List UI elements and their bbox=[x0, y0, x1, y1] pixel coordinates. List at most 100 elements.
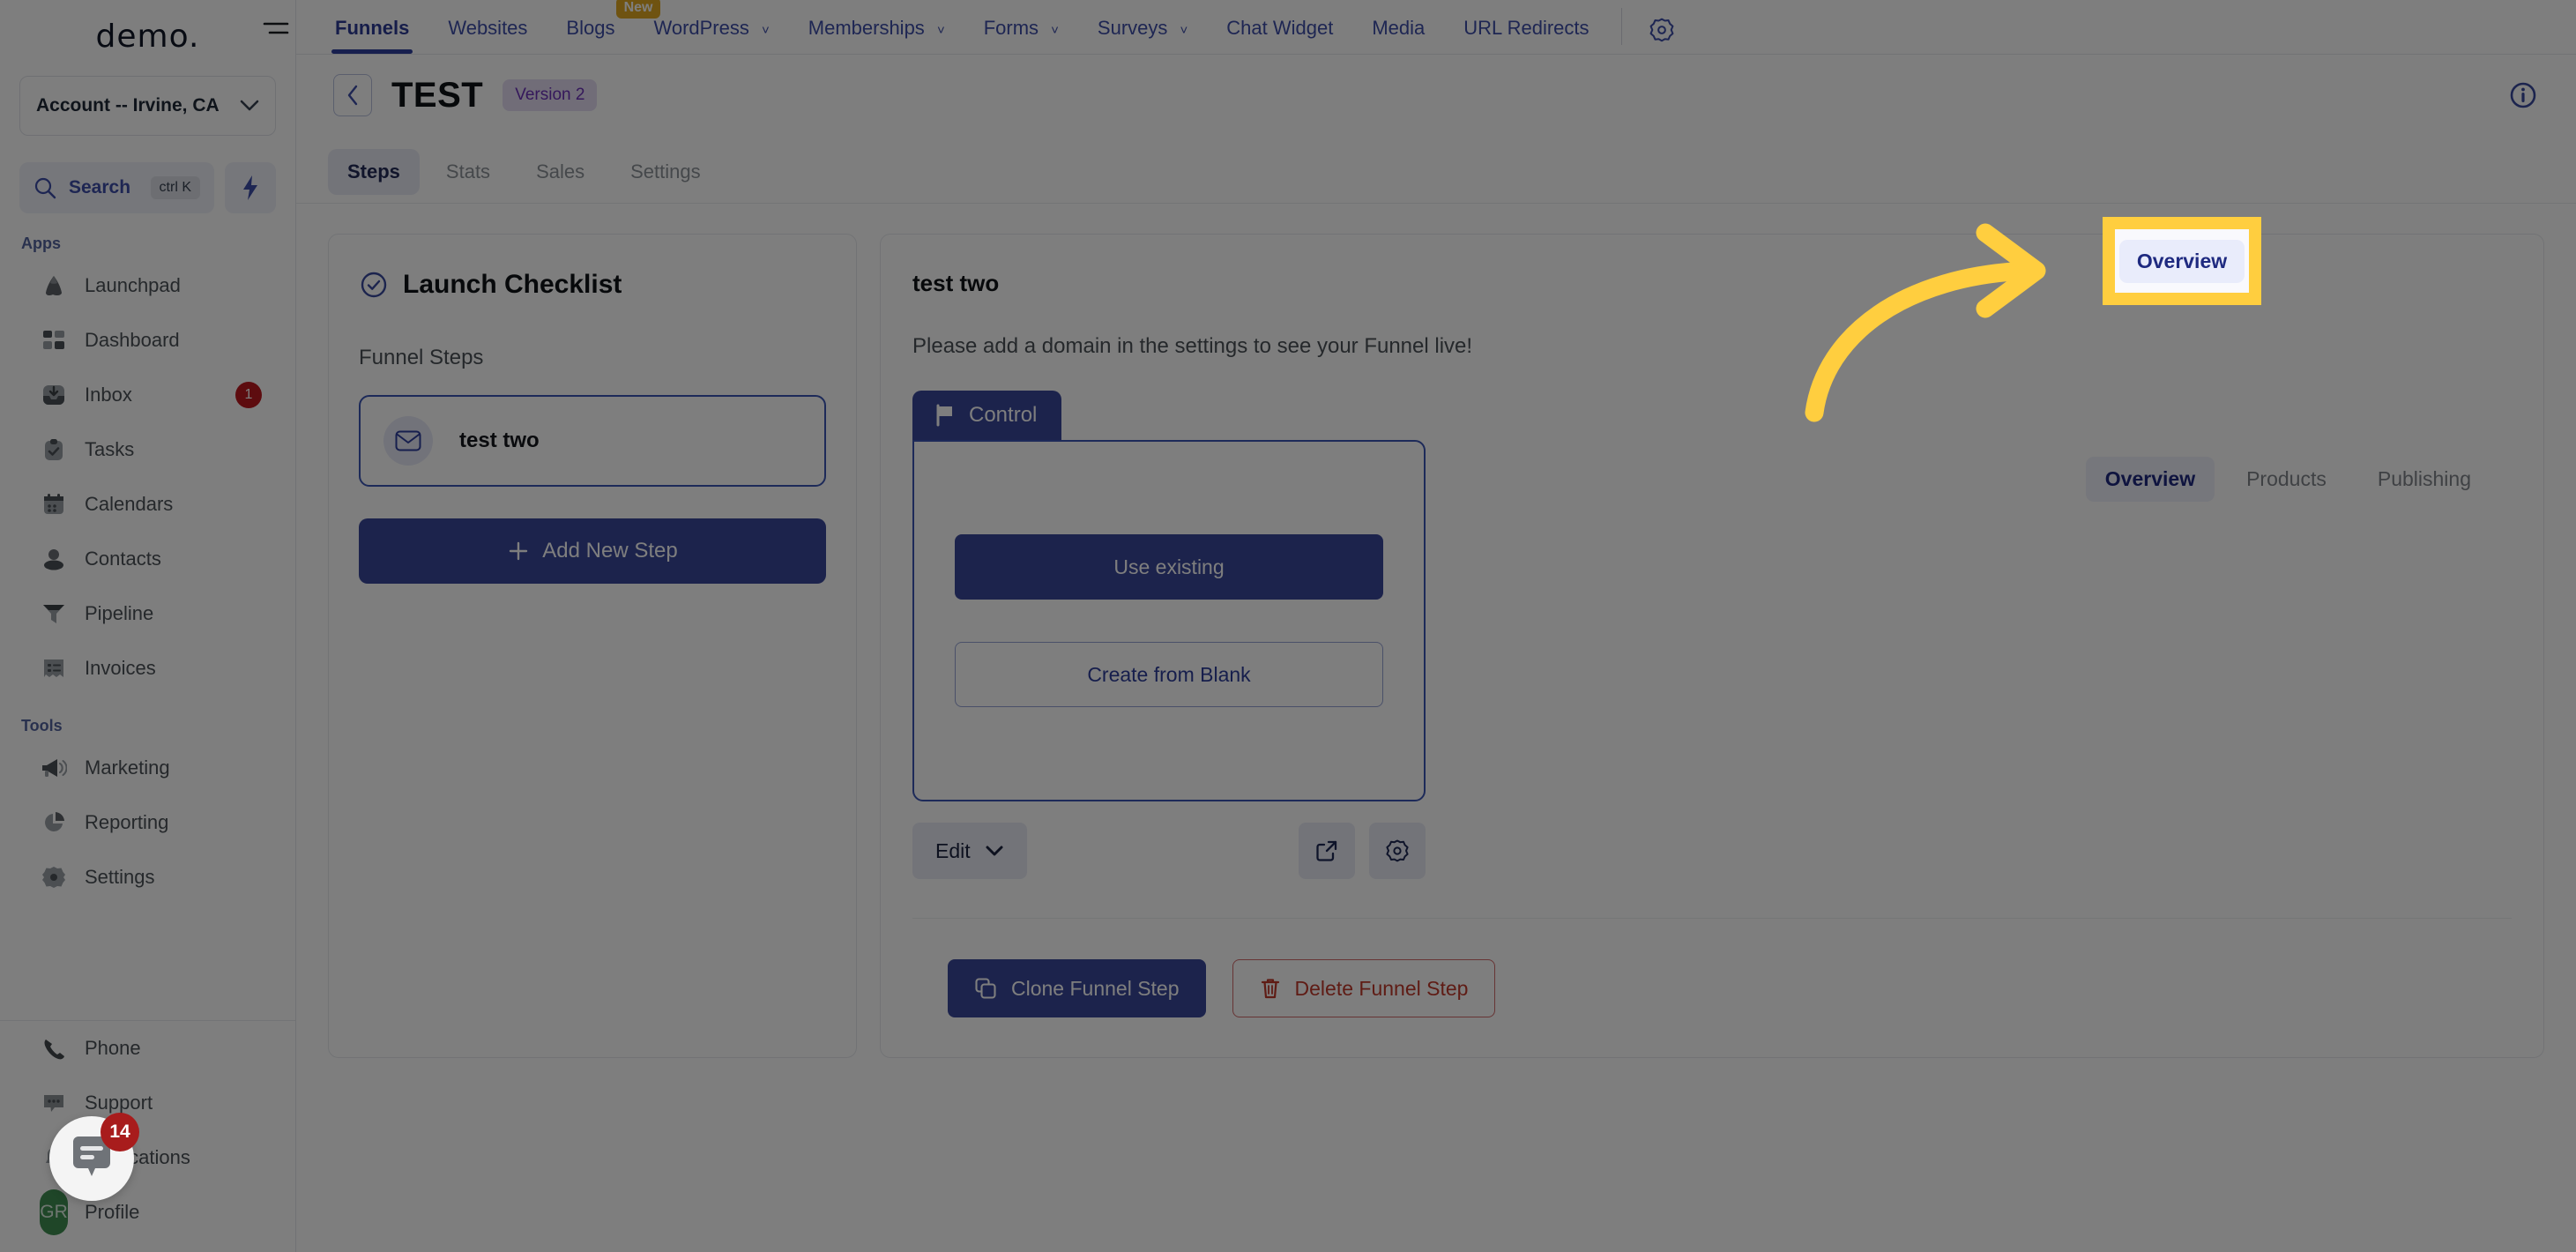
create-from-blank-button[interactable]: Create from Blank bbox=[955, 642, 1383, 707]
annotation-arrow bbox=[1805, 223, 2046, 422]
sidebar-item-reporting[interactable]: Reporting bbox=[0, 795, 295, 850]
preview-external-button[interactable] bbox=[1299, 823, 1355, 879]
sidebar-item-phone[interactable]: Phone bbox=[0, 1021, 295, 1076]
step-detail-title: test two bbox=[912, 270, 1000, 296]
topnav-item-media[interactable]: Media bbox=[1352, 17, 1444, 54]
sidebar-item-launchpad[interactable]: Launchpad bbox=[0, 258, 295, 313]
search-input[interactable]: Search ctrl K bbox=[19, 162, 214, 213]
main-area: Funnels Websites Blogs New WordPress ˅ M… bbox=[263, 0, 2576, 1252]
sidebar-item-notifications[interactable]: Notifications bbox=[0, 1130, 295, 1185]
tab-publishing[interactable]: Publishing bbox=[2358, 457, 2490, 502]
account-selector[interactable]: Account -- Irvine, CA bbox=[19, 76, 276, 136]
topnav-item-label: Forms bbox=[983, 17, 1039, 39]
topnav-item-websites[interactable]: Websites bbox=[428, 17, 547, 54]
chat-widget-badge: 14 bbox=[101, 1113, 139, 1151]
sidebar-item-dashboard[interactable]: Dashboard bbox=[0, 313, 295, 368]
topnav-item-surveys[interactable]: Surveys ˅ bbox=[1078, 17, 1207, 54]
sidebar-item-pipeline[interactable]: Pipeline bbox=[0, 586, 295, 641]
step-settings-button[interactable] bbox=[1369, 823, 1426, 879]
info-button[interactable] bbox=[2507, 79, 2539, 111]
search-row: Search ctrl K bbox=[19, 162, 276, 213]
sidebar-item-profile[interactable]: GR Profile bbox=[0, 1185, 295, 1240]
envelope-icon bbox=[383, 416, 433, 466]
sidebar-collapse-button[interactable] bbox=[261, 16, 291, 42]
tab-sales[interactable]: Sales bbox=[517, 149, 604, 195]
grid-icon bbox=[41, 327, 67, 354]
sidebar-item-label: Dashboard bbox=[85, 329, 180, 351]
info-circle-icon bbox=[2510, 82, 2536, 108]
chat-dots-icon bbox=[41, 1090, 67, 1116]
edit-dropdown-button[interactable]: Edit bbox=[912, 823, 1027, 879]
sidebar-item-inbox[interactable]: Inbox 1 bbox=[0, 368, 295, 422]
quick-actions-button[interactable] bbox=[225, 162, 276, 213]
sidebar-item-label: Tasks bbox=[85, 438, 135, 460]
control-tab[interactable]: Control bbox=[912, 391, 1062, 440]
highlight-inner[interactable]: Overview bbox=[2115, 229, 2249, 293]
clone-funnel-step-button[interactable]: Clone Funnel Step bbox=[948, 959, 1206, 1017]
topnav-item-forms[interactable]: Forms ˅ bbox=[964, 17, 1078, 54]
use-existing-button[interactable]: Use existing bbox=[955, 534, 1383, 600]
app-root: demo. Account -- Irvine, CA Search ctrl … bbox=[0, 0, 2576, 1252]
topnav-item-memberships[interactable]: Memberships ˅ bbox=[789, 17, 964, 54]
sidebar-item-support[interactable]: Support bbox=[0, 1076, 295, 1130]
tab-products[interactable]: Products bbox=[2227, 457, 2346, 502]
top-navigation: Funnels Websites Blogs New WordPress ˅ M… bbox=[296, 0, 2576, 55]
delete-funnel-step-button[interactable]: Delete Funnel Step bbox=[1232, 959, 1496, 1017]
sidebar-item-tasks[interactable]: Tasks bbox=[0, 422, 295, 477]
back-button[interactable] bbox=[333, 74, 372, 116]
chat-widget-button[interactable]: 14 bbox=[49, 1113, 139, 1201]
step-bottom-actions: Clone Funnel Step Delete Funnel Step bbox=[912, 959, 2512, 1017]
create-from-blank-label: Create from Blank bbox=[1087, 662, 1251, 686]
topnav-item-chat-widget[interactable]: Chat Widget bbox=[1207, 17, 1352, 54]
tab-overview-highlighted-label: Overview bbox=[2118, 239, 2245, 283]
sidebar-item-label: Calendars bbox=[85, 493, 174, 515]
tab-label: Overview bbox=[2104, 467, 2196, 490]
tab-steps[interactable]: Steps bbox=[328, 149, 420, 195]
topnav-item-funnels[interactable]: Funnels bbox=[316, 17, 428, 54]
funnel-steps-label: Funnel Steps bbox=[359, 346, 484, 369]
add-new-step-button[interactable]: Add New Step bbox=[359, 518, 826, 584]
search-shortcut: ctrl K bbox=[150, 176, 200, 199]
sidebar-item-settings[interactable]: Settings bbox=[0, 850, 295, 905]
tab-stats[interactable]: Stats bbox=[427, 149, 510, 195]
topnav-item-url-redirects[interactable]: URL Redirects bbox=[1444, 17, 1608, 54]
inbox-badge: 1 bbox=[235, 382, 262, 408]
tab-label: Settings bbox=[630, 160, 701, 183]
delete-label: Delete Funnel Step bbox=[1294, 976, 1469, 1000]
topnav-settings-button[interactable] bbox=[1634, 17, 1689, 54]
control-variant: Control Use existing Create from Blank bbox=[912, 391, 1426, 801]
right-tabs: Overview Products Publishing bbox=[2085, 457, 2490, 502]
funnel-step-item[interactable]: test two bbox=[359, 395, 826, 487]
search-label: Search bbox=[69, 177, 131, 197]
sidebar-item-contacts[interactable]: Contacts bbox=[0, 532, 295, 586]
external-link-icon bbox=[1316, 840, 1337, 861]
trash-icon bbox=[1260, 977, 1281, 1000]
gear-icon bbox=[1386, 839, 1409, 862]
sidebar-item-marketing[interactable]: Marketing bbox=[0, 741, 295, 795]
sidebar-item-label: Inbox bbox=[85, 384, 132, 406]
brand-logo: demo. bbox=[0, 0, 295, 72]
sidebar-apps-list: Launchpad Dashboard Inbox 1 Tasks Calend… bbox=[0, 258, 295, 696]
edit-label: Edit bbox=[935, 838, 971, 862]
topnav-divider bbox=[1620, 8, 1622, 45]
sidebar-item-calendars[interactable]: Calendars bbox=[0, 477, 295, 532]
sidebar-item-label: Marketing bbox=[85, 756, 170, 779]
sidebar-item-invoices[interactable]: Invoices bbox=[0, 641, 295, 696]
tab-overview[interactable]: Overview bbox=[2085, 457, 2215, 502]
search-icon bbox=[34, 176, 56, 199]
gear-icon bbox=[41, 864, 67, 891]
topnav-item-label: Memberships bbox=[808, 17, 925, 39]
sidebar-item-label: Launchpad bbox=[85, 274, 181, 296]
chevron-down-icon: ˅ bbox=[1051, 23, 1059, 38]
sidebar-item-label: Settings bbox=[85, 866, 155, 888]
account-selector-label: Account -- Irvine, CA bbox=[36, 95, 220, 116]
topnav-item-blogs[interactable]: Blogs New bbox=[547, 0, 661, 54]
launch-checklist-header: Launch Checklist bbox=[359, 270, 826, 300]
check-circle-icon bbox=[359, 270, 389, 300]
gear-icon bbox=[1649, 18, 1673, 42]
topnav-item-wordpress[interactable]: WordPress ˅ bbox=[634, 17, 788, 54]
control-actions: Edit bbox=[912, 823, 1426, 879]
topnav-item-label: Surveys bbox=[1097, 17, 1168, 39]
invoice-icon bbox=[41, 655, 67, 682]
tab-settings[interactable]: Settings bbox=[611, 149, 720, 195]
